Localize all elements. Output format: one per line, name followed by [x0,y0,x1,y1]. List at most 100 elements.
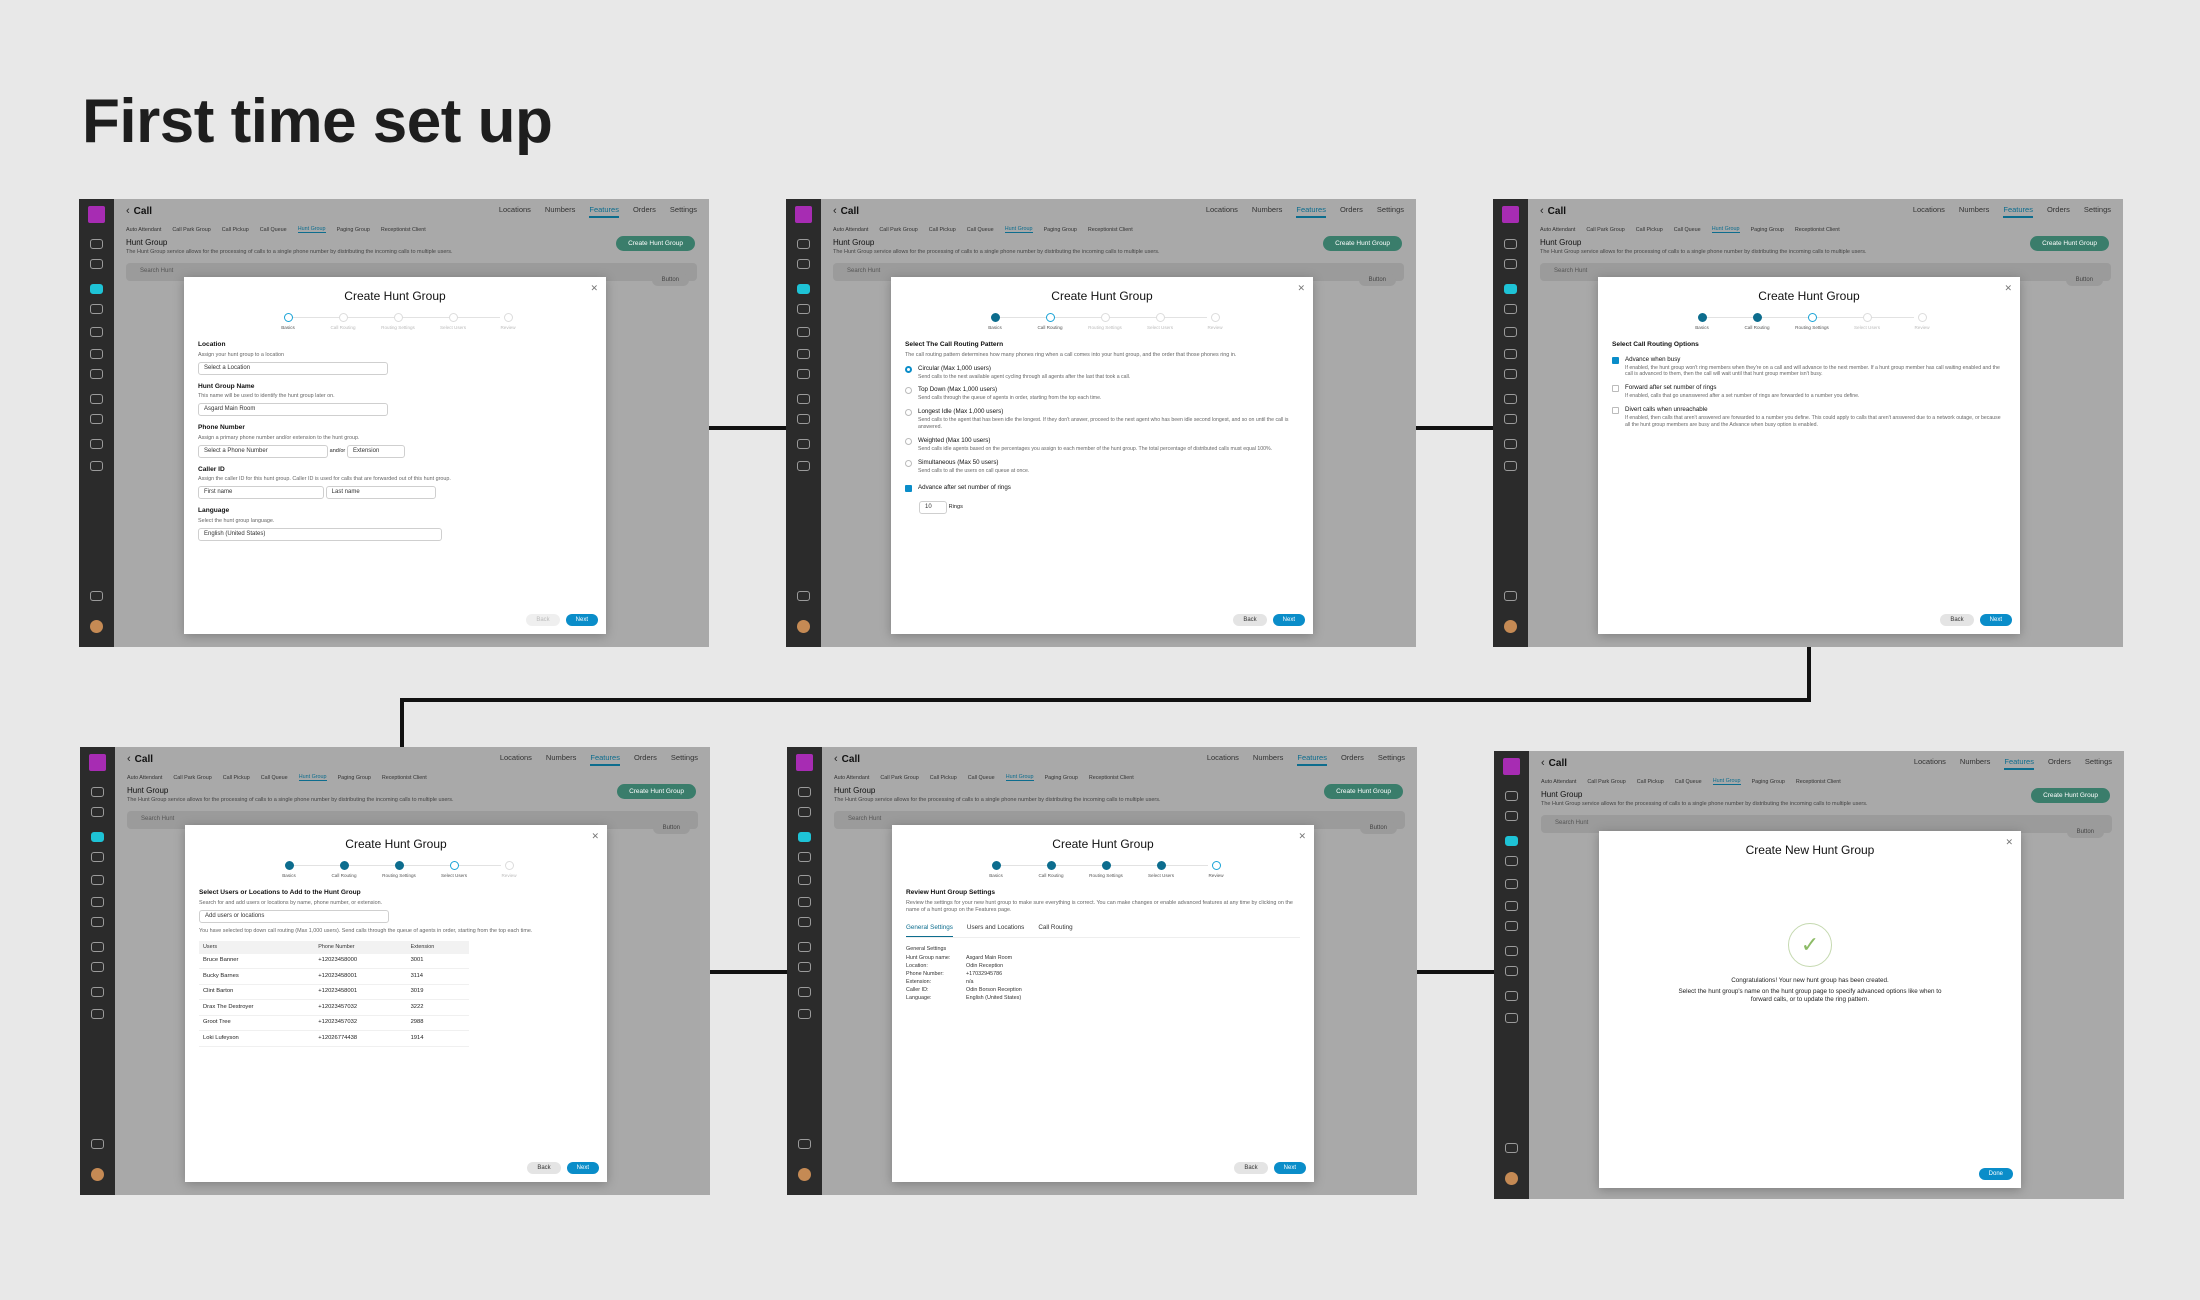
subnav-item[interactable]: Hunt Group [1712,778,1741,785]
nav-item[interactable]: Orders [634,753,657,766]
nav-item[interactable]: Settings [670,205,697,218]
last-name-field[interactable]: Last name [325,486,436,500]
rail-icon[interactable] [90,394,103,404]
nav-item[interactable]: Features [2003,205,2033,218]
table-row[interactable]: Clint Barton +12023458001 3019 [199,984,469,1001]
rail-icon[interactable] [797,461,810,471]
rail-icon[interactable] [1504,369,1517,379]
table-row[interactable]: Bruce Banner +12023458000 3001 [199,953,469,970]
nav-item[interactable]: Numbers [545,205,575,218]
rail-icon[interactable] [1505,921,1518,931]
back-icon[interactable]: ‹ [127,753,131,765]
avatar[interactable] [91,1168,104,1181]
subnav-item[interactable]: Call Park Group [1586,227,1624,233]
nav-item[interactable]: Orders [1341,753,1364,766]
subnav-item[interactable]: Call Pickup [929,227,956,233]
rail-icon[interactable] [798,852,811,862]
table-row[interactable]: Drax The Destroyer +12023457032 3222 [199,999,469,1016]
rail-icon[interactable] [1504,461,1517,471]
rail-icon[interactable] [797,369,810,379]
rings-stepper[interactable]: 10 [919,501,947,515]
subnav-item[interactable]: Call Queue [260,227,287,233]
rail-icon[interactable] [798,897,811,907]
nav-item[interactable]: Locations [1913,205,1945,218]
rail-icon[interactable] [1505,856,1518,866]
language-select[interactable]: English (United States) [198,527,442,541]
nav-item[interactable]: Numbers [1960,757,1990,770]
next-button[interactable]: Next [1979,614,2012,626]
routing-radio[interactable] [905,409,912,417]
subnav-item[interactable]: Hunt Group [297,226,326,233]
add-users-input[interactable]: Add users or locations [199,909,389,923]
rail-icon[interactable] [798,875,811,885]
create-hunt-group-button[interactable]: Create Hunt Group [2031,788,2110,803]
rail-icon[interactable] [798,917,811,927]
subnav-item[interactable]: Hunt Group [1004,226,1033,233]
nav-item[interactable]: Locations [500,753,532,766]
docs-icon[interactable] [1504,591,1517,601]
routing-radio[interactable] [905,365,912,373]
back-icon[interactable]: ‹ [1540,205,1544,217]
rail-icon[interactable] [798,962,811,972]
first-name-field[interactable]: First name [198,486,324,500]
close-icon[interactable]: ✕ [1297,283,1305,294]
subnav-item[interactable]: Receptionist Client [1088,227,1133,233]
subnav-item[interactable]: Call Park Group [173,775,211,781]
back-button[interactable]: Back [1234,1162,1268,1174]
routing-radio[interactable] [905,437,912,445]
nav-item[interactable]: Numbers [546,753,576,766]
nav-item[interactable]: Settings [1378,753,1405,766]
subnav-item[interactable]: Paging Group [1752,779,1785,785]
rail-icon[interactable] [91,897,104,907]
avatar[interactable] [90,620,103,633]
rail-icon[interactable] [1505,966,1518,976]
rail-icon[interactable] [1505,991,1518,1001]
rail-icon[interactable] [1505,1013,1518,1023]
rail-icon[interactable] [90,284,103,294]
rail-icon[interactable] [797,349,810,359]
nav-item[interactable]: Locations [1206,205,1238,218]
rail-icon[interactable] [91,942,104,952]
subnav-item[interactable]: Call Queue [1674,227,1701,233]
rail-icon[interactable] [90,414,103,424]
table-row[interactable]: Groot Tree +12023457032 2988 [199,1015,469,1032]
create-hunt-group-button[interactable]: Create Hunt Group [2030,236,2109,251]
rail-icon[interactable] [798,787,811,797]
nav-item[interactable]: Orders [633,205,656,218]
subnav-item[interactable]: Auto Attendant [127,775,162,781]
rail-icon[interactable] [91,917,104,927]
rail-icon[interactable] [1504,394,1517,404]
rail-icon[interactable] [90,439,103,449]
create-hunt-group-button[interactable]: Create Hunt Group [1323,236,1402,251]
subnav-item[interactable]: Auto Attendant [126,227,161,233]
create-hunt-group-button[interactable]: Create Hunt Group [1324,784,1403,799]
generic-button[interactable]: Button [1358,274,1396,286]
review-tab[interactable]: General Settings [906,924,953,937]
subnav-item[interactable]: Call Queue [1675,779,1702,785]
back-button[interactable]: Back [1233,614,1267,626]
rail-icon[interactable] [1504,327,1517,337]
table-row[interactable]: Loki Lufeyson +12026774438 1914 [199,1030,469,1047]
subnav-item[interactable]: Hunt Group [1711,226,1740,233]
back-button[interactable]: Back [526,614,560,626]
rail-icon[interactable] [91,852,104,862]
subnav-item[interactable]: Call Pickup [1636,227,1663,233]
back-icon[interactable]: ‹ [834,753,838,765]
subnav-item[interactable]: Auto Attendant [1541,779,1576,785]
nav-item[interactable]: Features [590,753,620,766]
create-hunt-group-button[interactable]: Create Hunt Group [617,784,696,799]
close-icon[interactable]: ✕ [590,283,598,294]
extension-field[interactable]: Extension [346,444,405,458]
nav-item[interactable]: Orders [1340,205,1363,218]
rail-icon[interactable] [797,439,810,449]
avatar[interactable] [797,620,810,633]
subnav-item[interactable]: Receptionist Client [382,775,427,781]
nav-item[interactable]: Settings [671,753,698,766]
option-checkbox[interactable] [1612,385,1619,393]
rail-icon[interactable] [91,832,104,842]
subnav-item[interactable]: Call Queue [967,227,994,233]
subnav-item[interactable]: Receptionist Client [1796,779,1841,785]
rail-icon[interactable] [91,875,104,885]
nav-item[interactable]: Locations [1914,757,1946,770]
subnav-item[interactable]: Call Queue [261,775,288,781]
